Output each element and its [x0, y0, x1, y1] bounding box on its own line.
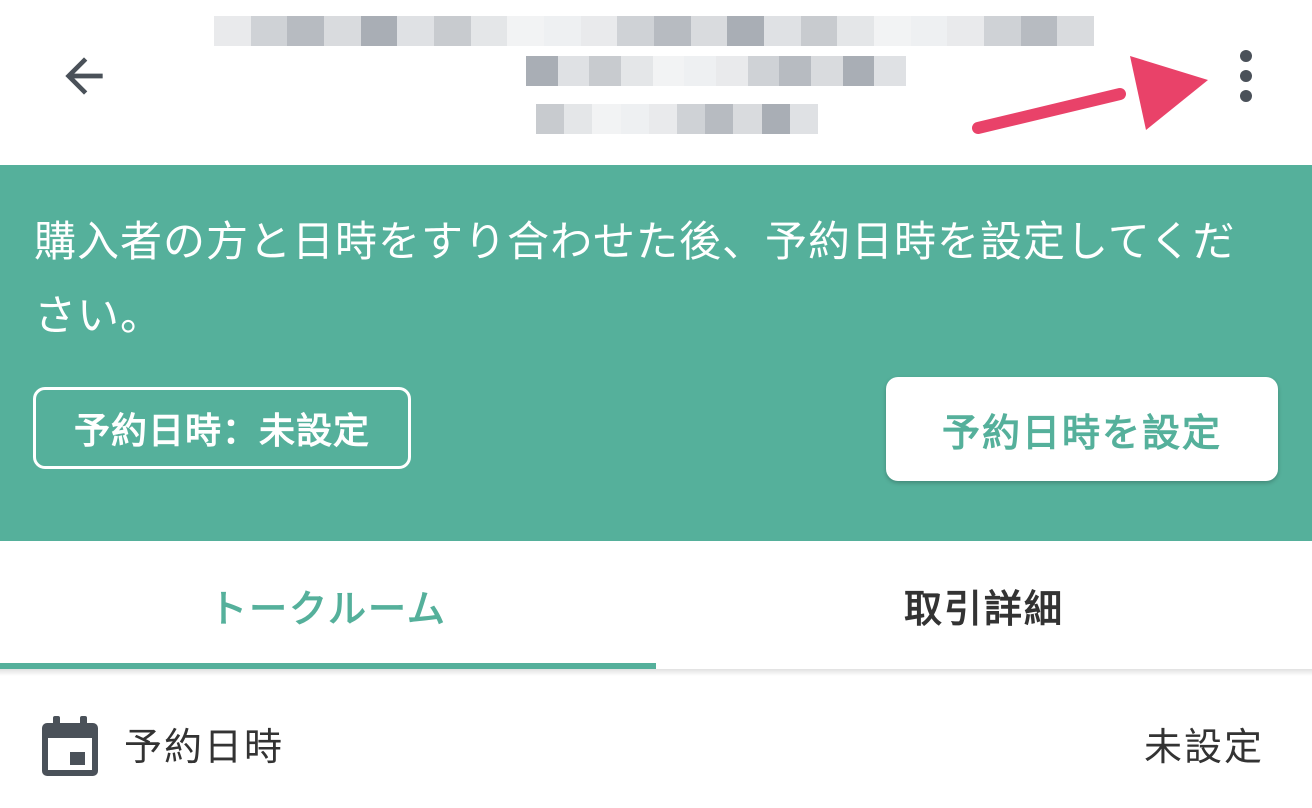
- obscured-pixel: [690, 16, 728, 46]
- banner-message: 購入者の方と日時をすり合わせた後、予約日時を設定してください。: [34, 217, 1236, 340]
- tab-talk-room[interactable]: トークルーム: [0, 541, 656, 669]
- arrow-left-icon: [65, 57, 103, 95]
- obscured-pixel: [589, 56, 622, 86]
- obscured-pixel: [360, 16, 398, 46]
- obscured-pixel: [947, 16, 985, 46]
- obscured-pixel: [842, 56, 875, 86]
- tab-bar: トークルーム 取引詳細: [0, 541, 1312, 670]
- obscured-pixel: [621, 56, 653, 86]
- reservation-row: 予約日時 未設定: [0, 690, 1312, 808]
- obscured-pixel: [214, 16, 251, 46]
- obscured-pixel: [705, 104, 734, 134]
- obscured-pixel: [747, 56, 780, 86]
- obscured-pixel: [592, 104, 621, 134]
- obscured-pixel: [1057, 16, 1095, 46]
- active-tab-indicator: [0, 663, 656, 669]
- obscured-pixel: [544, 16, 581, 46]
- obscured-pixel: [526, 56, 558, 86]
- app-bar: [0, 0, 1312, 165]
- obscured-pixel: [811, 56, 843, 86]
- obscured-pixel: [779, 56, 812, 86]
- reservation-banner: 購入者の方と日時をすり合わせた後、予約日時を設定してください。 予約日時：未設定…: [0, 165, 1312, 541]
- more-options-button[interactable]: [1212, 40, 1280, 112]
- obscured-pixel: [874, 56, 907, 86]
- obscured-pixel: [324, 16, 361, 46]
- obscured-pixel: [727, 16, 765, 46]
- obscured-pixel: [684, 56, 717, 86]
- obscured-pixel: [397, 16, 435, 46]
- obscured-pixel: [984, 16, 1021, 46]
- obscured-pixel: [1020, 16, 1058, 46]
- obscured-pixel: [677, 104, 706, 134]
- obscured-pixel: [733, 104, 762, 134]
- tab-transaction-details[interactable]: 取引詳細: [656, 541, 1312, 669]
- obscured-pixel: [654, 16, 691, 46]
- obscured-pixel: [434, 16, 471, 46]
- obscured-pixel: [761, 104, 790, 134]
- obscured-pixel: [620, 104, 649, 134]
- obscured-pixel: [648, 104, 678, 134]
- reservation-label: 予約日時: [124, 725, 285, 769]
- obscured-pixel: [470, 16, 508, 46]
- obscured-pixel: [507, 16, 545, 46]
- obscured-pixel: [874, 16, 911, 46]
- obscured-pixel: [564, 104, 593, 134]
- reservation-value: 未設定: [1143, 725, 1264, 769]
- obscured-pixel: [617, 16, 655, 46]
- obscured-pixel: [837, 16, 875, 46]
- set-reservation-button[interactable]: 予約日時を設定: [886, 377, 1278, 481]
- obscured-pixel: [652, 56, 685, 86]
- obscured-pixel: [287, 16, 325, 46]
- obscured-pixel: [536, 104, 565, 134]
- obscured-pixel: [800, 16, 838, 46]
- tab-bar-shadow: [0, 670, 1312, 676]
- obscured-pixel: [557, 56, 590, 86]
- calendar-icon: [42, 716, 98, 776]
- obscured-pixel: [789, 104, 819, 134]
- more-vert-icon: [1240, 50, 1252, 102]
- obscured-pixel: [764, 16, 801, 46]
- reservation-status-chip: 予約日時：未設定: [33, 387, 411, 469]
- obscured-pixel: [716, 56, 748, 86]
- obscured-pixel: [910, 16, 948, 46]
- obscured-pixel: [580, 16, 618, 46]
- back-button[interactable]: [48, 40, 120, 112]
- obscured-pixel: [250, 16, 288, 46]
- annotation-arrow-icon: [972, 56, 1208, 134]
